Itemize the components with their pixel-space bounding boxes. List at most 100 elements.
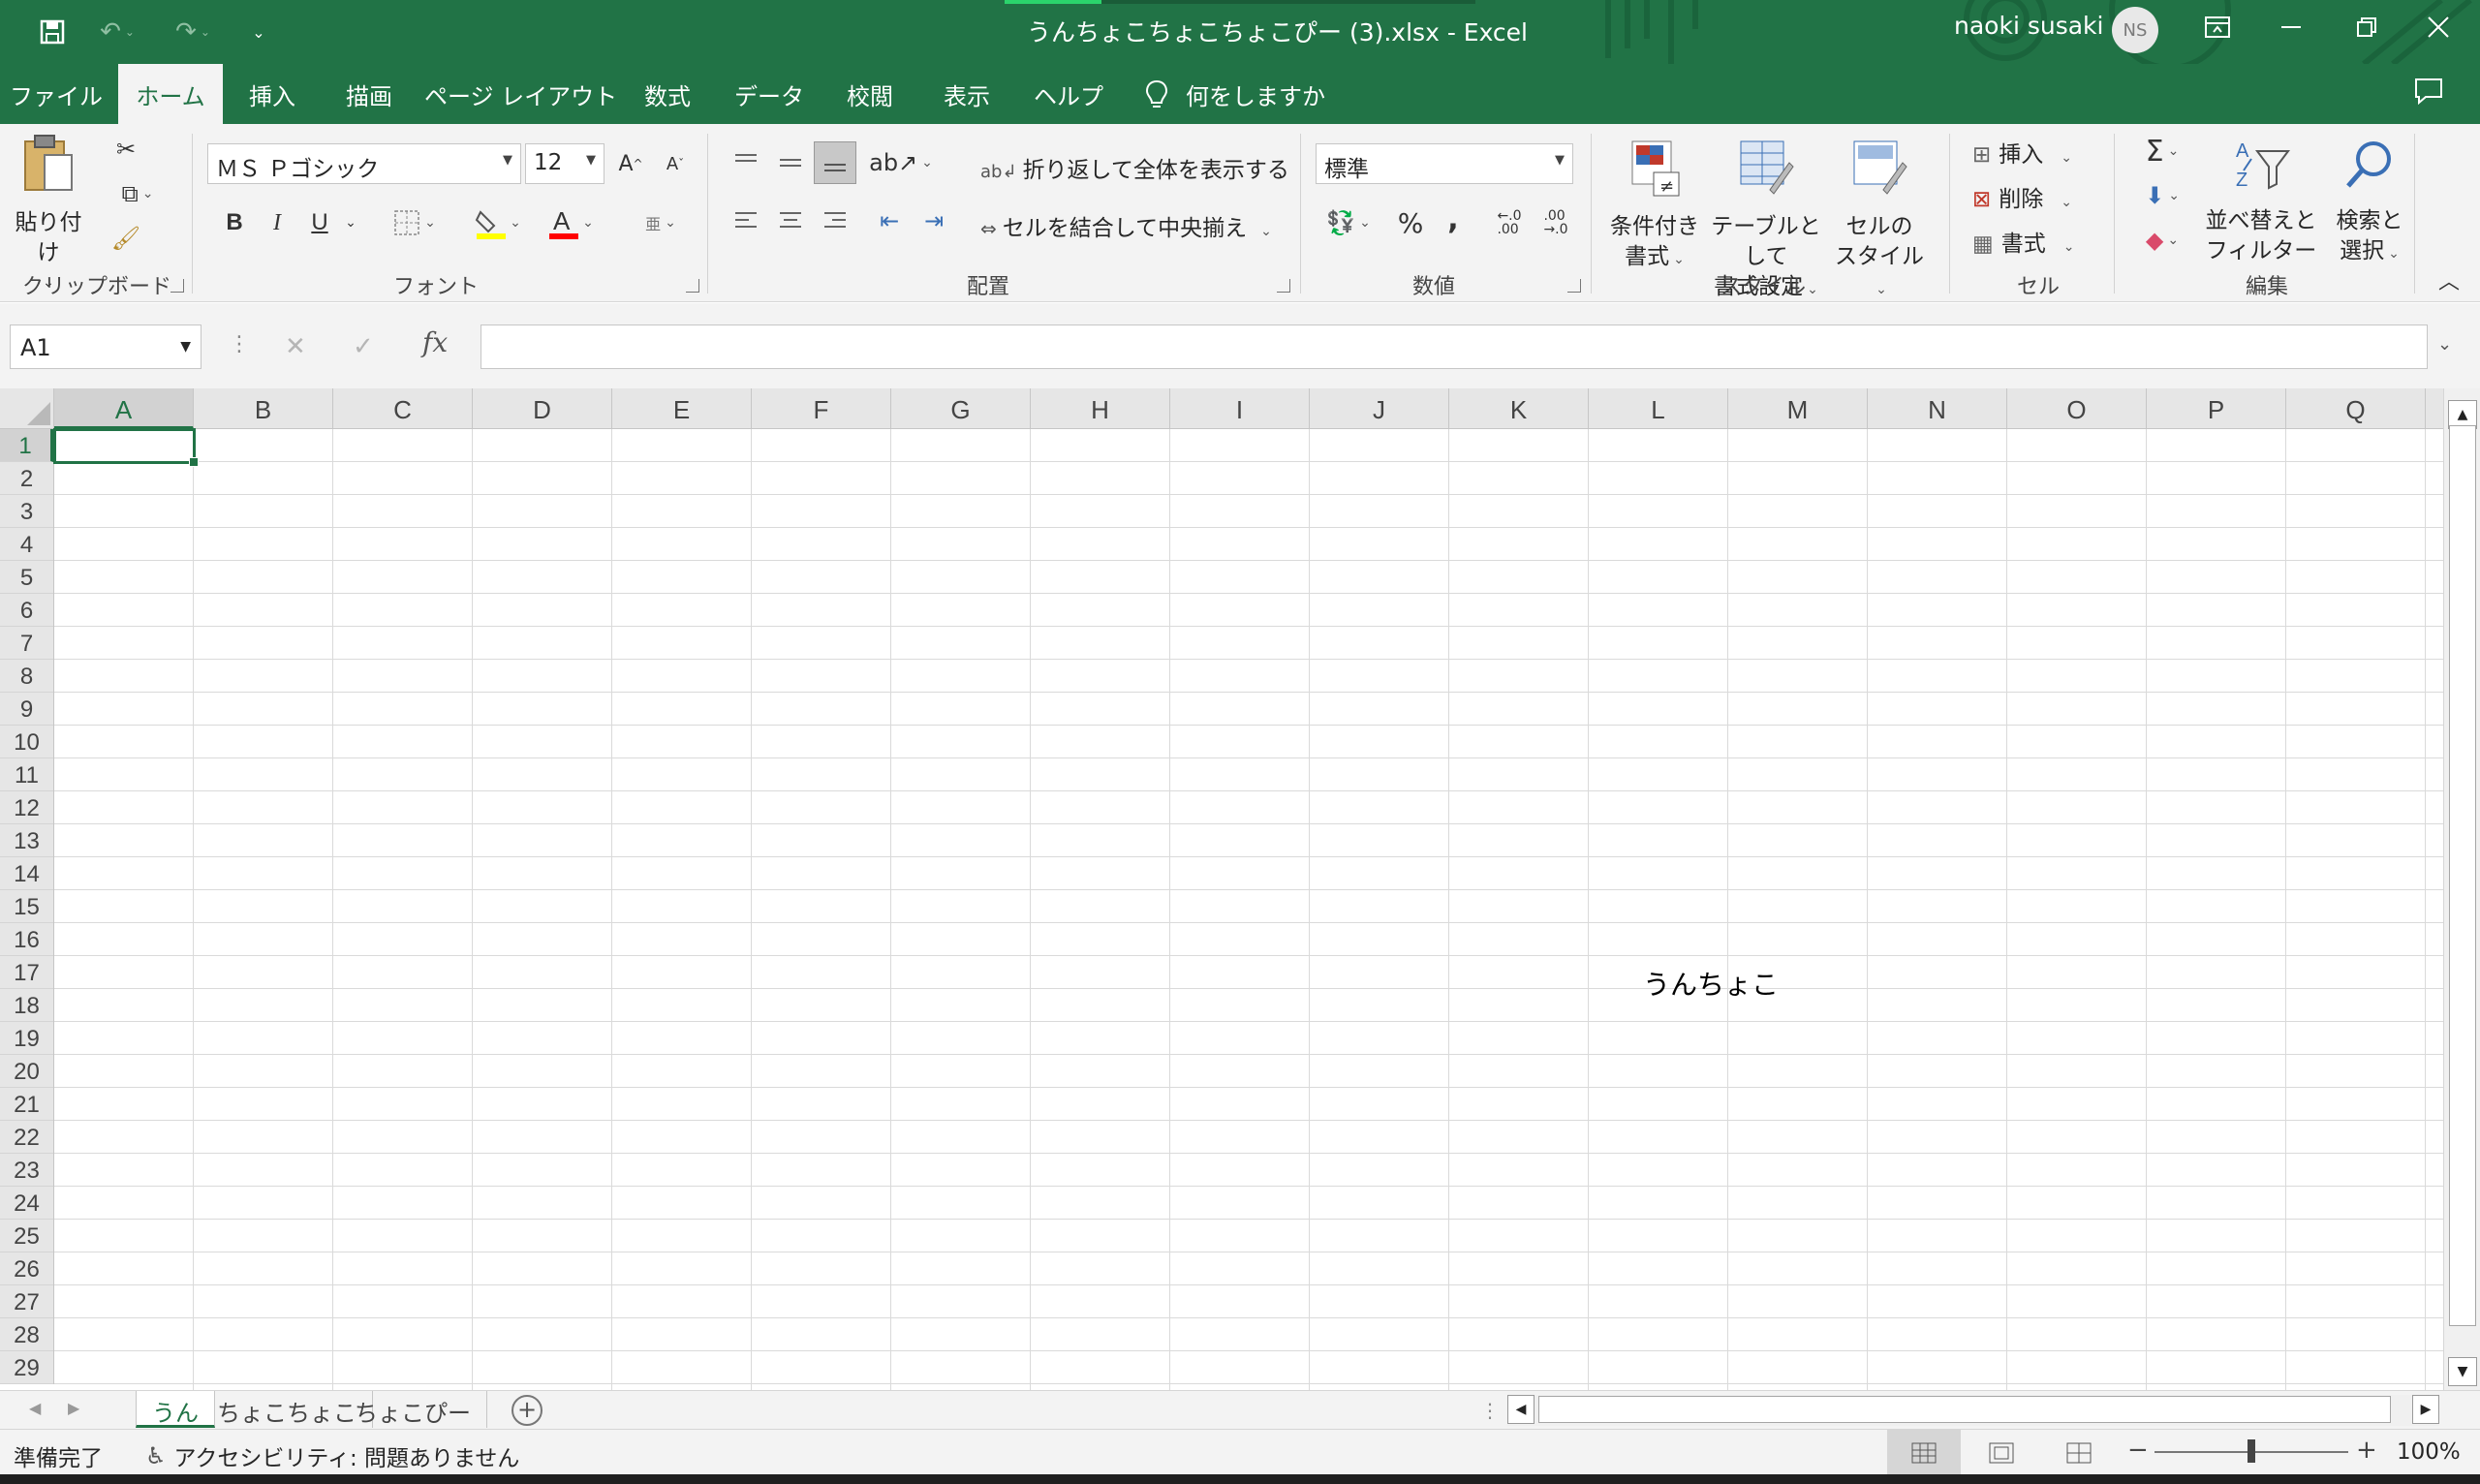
tab-file[interactable]: ファイル xyxy=(0,64,112,124)
horizontal-scrollbar[interactable]: ◀ ▶ xyxy=(1507,1395,2439,1426)
column-header[interactable]: P xyxy=(2147,388,2286,429)
comma-style-button[interactable]: , xyxy=(1436,200,1471,238)
row-header[interactable]: 12 xyxy=(0,791,53,824)
align-right-icon[interactable] xyxy=(818,203,852,238)
minimize-icon[interactable] xyxy=(2255,0,2327,54)
accounting-format-icon[interactable]: 💱 ⌄ xyxy=(1318,203,1380,242)
column-header[interactable]: A xyxy=(54,388,194,429)
redo-icon[interactable]: ↷ ⌄ xyxy=(165,13,221,51)
scroll-down-icon[interactable]: ▼ xyxy=(2448,1357,2477,1386)
font-launcher-icon[interactable] xyxy=(686,279,699,293)
alignment-launcher-icon[interactable] xyxy=(1277,279,1290,293)
borders-icon[interactable]: ⌄ xyxy=(384,203,446,242)
format-cells-button[interactable]: ▦ 書式 ⌄ xyxy=(1972,225,2074,258)
tab-data[interactable]: データ xyxy=(728,64,810,124)
active-cell-A1[interactable] xyxy=(53,428,199,467)
increase-decimal-icon[interactable]: ←.0.00 xyxy=(1488,203,1531,242)
tab-home[interactable]: ホーム xyxy=(118,64,223,124)
row-header[interactable]: 8 xyxy=(0,660,53,693)
tab-split-handle-icon[interactable]: ⋮ xyxy=(1480,1399,1500,1422)
conditional-formatting-button[interactable]: ≠ 条件付き 書式 ⌄ xyxy=(1604,138,1705,275)
row-header[interactable]: 23 xyxy=(0,1154,53,1187)
find-select-button[interactable]: 検索と 選択 ⌄ xyxy=(2321,138,2418,269)
row-header[interactable]: 6 xyxy=(0,594,53,627)
increase-font-size-icon[interactable]: A ^ xyxy=(612,145,649,182)
row-header[interactable]: 16 xyxy=(0,923,53,956)
clipboard-launcher-icon[interactable] xyxy=(170,279,184,293)
align-center-icon[interactable] xyxy=(773,203,808,238)
row-header[interactable]: 22 xyxy=(0,1121,53,1154)
save-icon[interactable] xyxy=(35,13,70,51)
tab-draw[interactable]: 描画 xyxy=(329,64,409,124)
merge-center-button[interactable]: ⇔ セルを結合して中央揃え ⌄ xyxy=(980,209,1272,242)
orientation-icon[interactable]: ab↗ ⌄ xyxy=(869,145,933,180)
add-sheet-button[interactable]: + xyxy=(512,1395,542,1426)
row-header[interactable]: 18 xyxy=(0,989,53,1022)
row-header[interactable]: 25 xyxy=(0,1220,53,1252)
zoom-in-icon[interactable]: + xyxy=(2356,1436,2377,1465)
insert-cells-button[interactable]: ⊞ 挿入 ⌄ xyxy=(1972,136,2072,169)
autosum-icon[interactable]: Σ ⌄ xyxy=(2131,134,2193,169)
scroll-left-icon[interactable]: ◀ xyxy=(1507,1395,1534,1424)
cell-styles-button[interactable]: セルの スタイル⌄ xyxy=(1831,138,1928,305)
tab-formulas[interactable]: 数式 xyxy=(628,64,707,124)
comments-icon[interactable] xyxy=(2414,77,2453,110)
customize-qat-icon[interactable]: ⌄ xyxy=(246,13,271,51)
tab-view[interactable]: 表示 xyxy=(926,64,1008,124)
tab-help[interactable]: ヘルプ xyxy=(1025,64,1112,124)
top-align-icon[interactable] xyxy=(728,145,763,180)
row-header[interactable]: 20 xyxy=(0,1055,53,1088)
column-header[interactable]: B xyxy=(194,388,333,429)
column-header[interactable]: L xyxy=(1589,388,1728,429)
column-header[interactable]: K xyxy=(1449,388,1589,429)
next-sheet-icon[interactable]: ▶ xyxy=(68,1399,79,1417)
avatar[interactable]: NS xyxy=(2112,7,2158,53)
decrease-font-size-icon[interactable]: Aˇ xyxy=(657,145,694,182)
tab-review[interactable]: 校閲 xyxy=(829,64,911,124)
row-header[interactable]: 3 xyxy=(0,495,53,528)
font-size-select[interactable]: 12 ▼ xyxy=(525,143,604,184)
page-break-preview-icon[interactable] xyxy=(2042,1430,2116,1475)
column-header[interactable]: J xyxy=(1310,388,1449,429)
select-all-button[interactable] xyxy=(0,388,54,429)
row-header[interactable]: 26 xyxy=(0,1252,53,1285)
tab-page-layout[interactable]: ページ レイアウト xyxy=(424,64,617,124)
column-header[interactable]: E xyxy=(612,388,752,429)
column-header[interactable]: O xyxy=(2007,388,2147,429)
accessibility-status[interactable]: ♿ アクセシビリティ: 問題ありません xyxy=(145,1439,519,1472)
ribbon-display-options-icon[interactable] xyxy=(2182,0,2253,54)
row-header[interactable]: 15 xyxy=(0,890,53,923)
cell-L16[interactable]: うんちょこ xyxy=(1643,964,1779,1003)
fill-icon[interactable]: ⬇ ⌄ xyxy=(2131,178,2193,213)
user-name[interactable]: naoki susaki xyxy=(1954,12,2103,40)
vertical-scrollbar[interactable]: ▲ ▼ xyxy=(2443,388,2480,1390)
underline-dropdown-icon[interactable]: ⌄ xyxy=(339,203,362,242)
number-format-select[interactable]: 標準 ▼ xyxy=(1316,143,1573,184)
vertical-scroll-thumb[interactable] xyxy=(2449,425,2476,1326)
format-painter-icon[interactable]: 🖌 xyxy=(107,221,145,256)
column-header[interactable]: D xyxy=(473,388,612,429)
percent-style-button[interactable]: % xyxy=(1391,203,1430,242)
row-header[interactable]: 21 xyxy=(0,1088,53,1121)
zoom-slider-thumb[interactable] xyxy=(2248,1439,2255,1463)
underline-button[interactable]: U xyxy=(300,203,339,242)
column-header[interactable]: G xyxy=(891,388,1031,429)
normal-view-icon[interactable] xyxy=(1887,1430,1961,1475)
decrease-indent-icon[interactable]: ⇤ xyxy=(872,203,907,238)
align-left-icon[interactable] xyxy=(728,203,763,238)
number-launcher-icon[interactable] xyxy=(1567,279,1581,293)
row-header[interactable]: 13 xyxy=(0,824,53,857)
formula-input[interactable] xyxy=(480,325,2428,369)
delete-cells-button[interactable]: ⊠ 削除 ⌄ xyxy=(1972,180,2072,213)
cancel-icon[interactable]: ✕ xyxy=(285,332,306,361)
restore-icon[interactable] xyxy=(2331,0,2402,54)
enter-icon[interactable]: ✓ xyxy=(353,332,374,361)
decrease-decimal-icon[interactable]: .00 →.0 xyxy=(1534,203,1577,242)
row-header[interactable]: 1 xyxy=(0,429,53,462)
insert-function-button[interactable]: fx xyxy=(422,326,448,358)
column-header[interactable]: I xyxy=(1170,388,1310,429)
scroll-right-icon[interactable]: ▶ xyxy=(2412,1395,2439,1424)
italic-button[interactable]: I xyxy=(258,203,296,242)
cell-area[interactable]: うんちょこ xyxy=(54,429,2443,1390)
row-header[interactable]: 11 xyxy=(0,758,53,791)
